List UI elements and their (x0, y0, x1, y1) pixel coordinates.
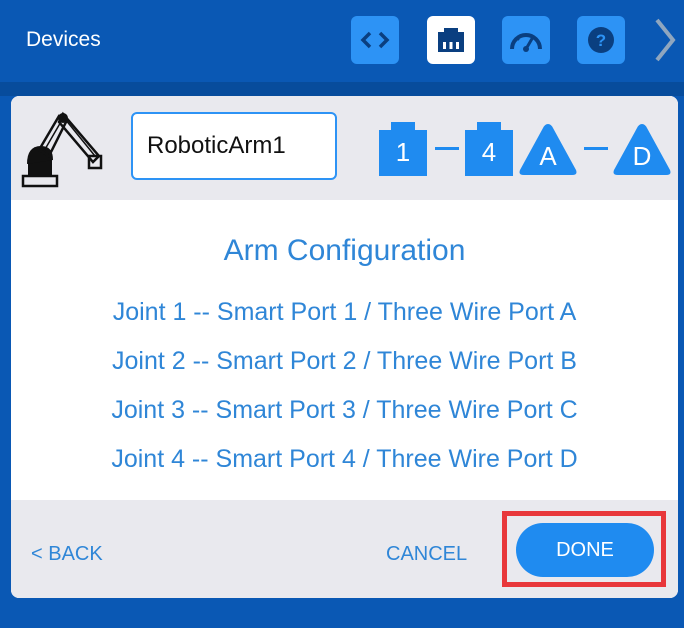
top-bar: Devices ? (0, 0, 684, 82)
devices-port-button[interactable] (427, 16, 475, 64)
code-button[interactable] (351, 16, 399, 64)
three-wire-port-start-label: A (539, 141, 557, 171)
three-wire-port-start[interactable]: A (518, 122, 578, 176)
smart-port-end[interactable]: 4 (465, 122, 513, 176)
three-wire-port-end[interactable]: D (612, 122, 672, 176)
code-icon (360, 31, 390, 49)
smart-port-start-label: 1 (395, 136, 411, 167)
port-icon (438, 28, 464, 52)
panel-footer: < BACK CANCEL DONE (11, 500, 678, 598)
joint-row-2: Joint 2 -- Smart Port 2 / Three Wire Por… (112, 347, 577, 375)
config-title: Arm Configuration (223, 234, 466, 267)
joint-row-4: Joint 4 -- Smart Port 4 / Three Wire Por… (111, 445, 578, 473)
svg-text:?: ? (596, 31, 606, 50)
three-wire-port-end-label: D (632, 141, 652, 171)
chevron-right-icon (655, 18, 676, 62)
smart-port-end-label: 4 (481, 136, 497, 167)
device-name-input[interactable]: RoboticArm1 (131, 112, 337, 180)
page-title: Devices (26, 28, 101, 51)
help-icon: ? (588, 27, 614, 53)
dashboard-icon (510, 33, 542, 52)
back-button[interactable]: < BACK (31, 543, 103, 566)
next-button[interactable] (648, 14, 682, 66)
done-button[interactable]: DONE (516, 523, 654, 577)
port-range-dash (584, 147, 608, 150)
header-divider (0, 82, 684, 96)
device-config-panel: RoboticArm1 1 4 A D Arm Configuration Jo… (11, 96, 678, 598)
device-header: RoboticArm1 1 4 A D (11, 96, 678, 200)
dashboard-button[interactable] (502, 16, 550, 64)
robotic-arm-icon (21, 111, 103, 188)
port-range-dash (435, 147, 459, 150)
joint-row-1: Joint 1 -- Smart Port 1 / Three Wire Por… (112, 298, 577, 326)
help-button[interactable]: ? (577, 16, 625, 64)
joint-row-3: Joint 3 -- Smart Port 3 / Three Wire Por… (111, 396, 578, 424)
cancel-button[interactable]: CANCEL (386, 543, 467, 566)
smart-port-start[interactable]: 1 (379, 122, 427, 176)
